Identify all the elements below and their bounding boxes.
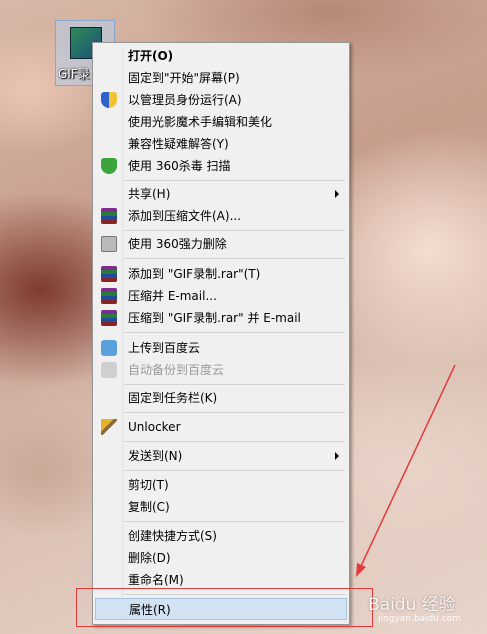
baidu-watermark-url: jingyan.baidu.com bbox=[378, 614, 462, 624]
baidu-watermark: Baidu 经验 bbox=[368, 595, 456, 615]
annotation-arrow bbox=[356, 364, 456, 577]
arrow-head-icon bbox=[356, 563, 366, 577]
arrow-line bbox=[360, 364, 456, 567]
